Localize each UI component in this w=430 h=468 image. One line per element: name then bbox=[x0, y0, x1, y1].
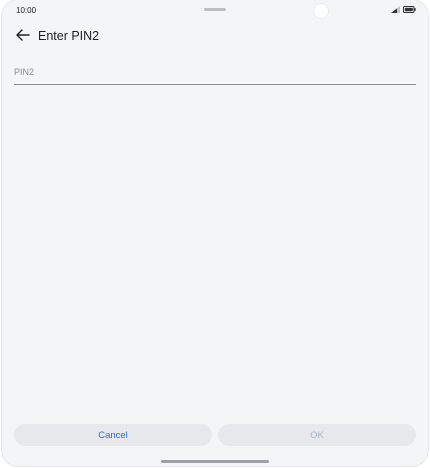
signal-icon bbox=[391, 6, 400, 13]
status-icons bbox=[391, 6, 416, 13]
pin2-input[interactable] bbox=[14, 62, 416, 82]
home-indicator[interactable] bbox=[161, 460, 269, 463]
battery-icon bbox=[403, 6, 416, 13]
arrow-left-icon bbox=[16, 28, 30, 46]
page-title: Enter PIN2 bbox=[38, 29, 100, 43]
back-button[interactable] bbox=[14, 28, 32, 46]
pin2-field[interactable] bbox=[14, 62, 416, 85]
top-handle bbox=[204, 8, 226, 11]
status-time: 10:00 bbox=[16, 6, 37, 15]
ok-button[interactable]: OK bbox=[218, 424, 416, 446]
cancel-button[interactable]: Cancel bbox=[14, 424, 212, 446]
front-camera bbox=[314, 4, 328, 18]
phone-screen: 10:00 Enter PIN2 Cancel OK bbox=[2, 0, 428, 466]
